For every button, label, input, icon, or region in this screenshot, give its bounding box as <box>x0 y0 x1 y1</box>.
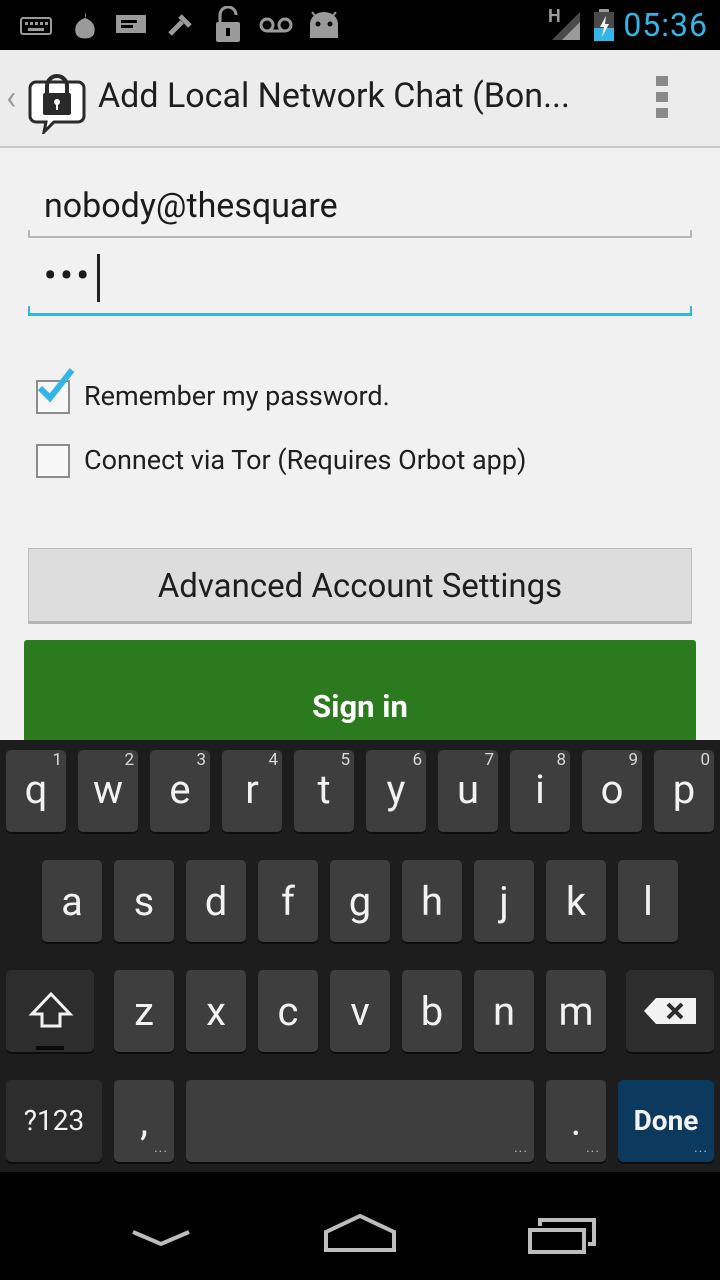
key-w[interactable]: 2w <box>78 750 138 832</box>
key-r[interactable]: 4r <box>222 750 282 832</box>
key-x[interactable]: x <box>186 970 246 1052</box>
remember-password-label: Remember my password. <box>84 380 390 412</box>
key-y[interactable]: 6y <box>366 750 426 832</box>
done-key[interactable]: Done ··· <box>618 1080 714 1162</box>
key-l[interactable]: l <box>618 860 678 942</box>
key-a[interactable]: a <box>42 860 102 942</box>
tools-icon <box>168 14 192 36</box>
key-p[interactable]: 0p <box>654 750 714 832</box>
password-field[interactable]: ••• <box>28 248 692 316</box>
checkbox-box <box>36 444 70 478</box>
recent-apps-icon[interactable] <box>526 1216 598 1256</box>
backspace-icon <box>644 998 696 1024</box>
up-navigation-icon[interactable]: ‹ <box>6 78 16 118</box>
overflow-menu-icon[interactable] <box>656 76 670 122</box>
key-j[interactable]: j <box>474 860 534 942</box>
navigation-bar <box>0 1172 720 1280</box>
key-n[interactable]: n <box>474 970 534 1052</box>
signal-icon <box>552 12 580 40</box>
soft-keyboard: 1q 2w 3e 4r 5t 6y 7u 8i 9o 0p a s d f g … <box>0 740 720 1172</box>
key-z[interactable]: z <box>114 970 174 1052</box>
home-icon[interactable] <box>322 1212 398 1254</box>
key-m[interactable]: m <box>546 970 606 1052</box>
key-c[interactable]: c <box>258 970 318 1052</box>
back-icon[interactable] <box>130 1224 192 1250</box>
key-d[interactable]: d <box>186 860 246 942</box>
status-clock: 05:36 <box>623 6 708 44</box>
orbot-onion-icon <box>75 12 95 39</box>
advanced-account-settings-button[interactable]: Advanced Account Settings <box>28 548 692 624</box>
key-t[interactable]: 5t <box>294 750 354 832</box>
key-v[interactable]: v <box>330 970 390 1052</box>
symbols-key[interactable]: ?123 <box>6 1080 102 1162</box>
connect-via-tor-label: Connect via Tor (Requires Orbot app) <box>84 444 527 476</box>
delete-key[interactable] <box>626 970 714 1052</box>
text-cursor <box>96 254 100 302</box>
message-icon <box>116 15 146 33</box>
key-f[interactable]: f <box>258 860 318 942</box>
username-value: nobody@thesquare <box>44 186 338 226</box>
status-bar: H 05:36 <box>0 0 720 50</box>
battery-charging-icon <box>594 9 614 41</box>
period-key[interactable]: . ··· <box>546 1080 606 1162</box>
key-e[interactable]: 3e <box>150 750 210 832</box>
key-s[interactable]: s <box>114 860 174 942</box>
sign-in-button[interactable]: Sign in <box>24 640 696 740</box>
shift-arrow-icon <box>28 991 74 1028</box>
key-h[interactable]: h <box>402 860 462 942</box>
unlock-icon <box>216 6 240 42</box>
key-u[interactable]: 7u <box>438 750 498 832</box>
username-field[interactable]: nobody@thesquare <box>28 178 692 238</box>
screen-title: Add Local Network Chat (Bon... <box>98 76 570 116</box>
key-o[interactable]: 9o <box>582 750 642 832</box>
checkmark-icon <box>37 368 75 403</box>
lock-chat-bubble-icon[interactable] <box>28 64 86 134</box>
key-g[interactable]: g <box>330 860 390 942</box>
keyboard-icon <box>20 17 52 35</box>
shift-key[interactable] <box>6 970 94 1052</box>
account-form: nobody@thesquare ••• Remember my passwor… <box>0 148 720 740</box>
comma-key[interactable]: , ··· <box>114 1080 174 1162</box>
sign-in-label: Sign in <box>312 688 408 725</box>
password-value: ••• <box>44 255 93 296</box>
key-q[interactable]: 1q <box>6 750 66 832</box>
key-i[interactable]: 8i <box>510 750 570 832</box>
key-k[interactable]: k <box>546 860 606 942</box>
key-b[interactable]: b <box>402 970 462 1052</box>
voicemail-icon <box>259 17 293 33</box>
space-key[interactable]: ··· <box>186 1080 534 1162</box>
action-bar: ‹ Add Local Network Chat (Bon... <box>0 50 720 148</box>
android-icon <box>310 11 338 38</box>
